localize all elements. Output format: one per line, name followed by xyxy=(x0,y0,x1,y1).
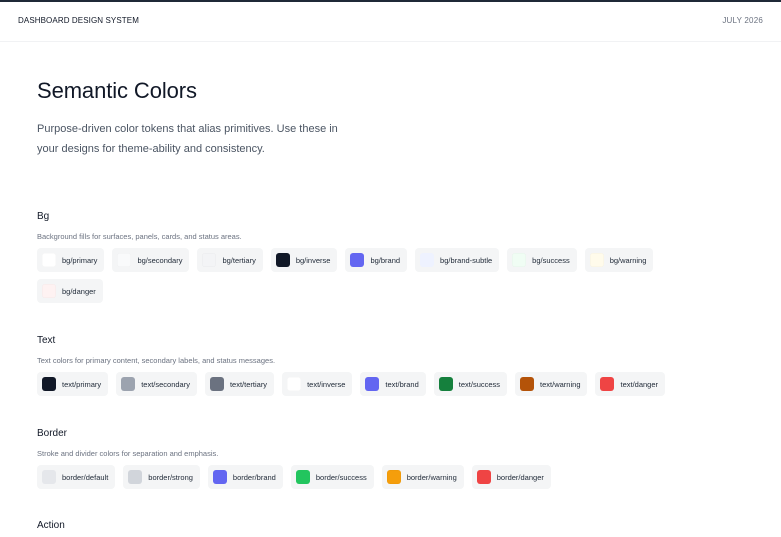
token-label: text/brand xyxy=(385,379,419,389)
token-label: bg/secondary xyxy=(137,255,183,265)
token-list: text/primary text/secondary text/tertiary t… xyxy=(37,372,697,396)
color-swatch xyxy=(42,377,56,391)
section-heading: Border xyxy=(37,428,68,439)
brand-name: DASHBOARD DESIGN SYSTEM xyxy=(18,16,139,25)
token-label: text/danger xyxy=(620,379,659,389)
token-chip[interactable]: bg/primary xyxy=(37,248,105,272)
color-swatch xyxy=(209,377,224,391)
token-chip[interactable]: bg/tertiary xyxy=(197,248,263,272)
color-swatch xyxy=(275,253,290,267)
token-chip[interactable]: border/brand xyxy=(207,465,283,489)
token-chip[interactable]: border/danger xyxy=(471,465,551,489)
color-swatch xyxy=(600,377,615,391)
color-swatch xyxy=(520,377,535,391)
token-label: text/inverse xyxy=(307,379,346,389)
color-swatch xyxy=(295,470,310,484)
section-border: Border Stroke and divider colors for sep… xyxy=(37,428,717,489)
page: DASHBOARD DESIGN SYSTEM JULY 2026 Semant… xyxy=(0,0,781,537)
token-label: bg/warning xyxy=(609,255,647,265)
token-label: bg/tertiary xyxy=(222,255,256,265)
token-label: bg/success xyxy=(532,255,570,265)
token-chip[interactable]: border/warning xyxy=(381,465,464,489)
color-swatch xyxy=(438,377,453,391)
token-label: border/danger xyxy=(496,472,544,482)
token-chip[interactable]: text/inverse xyxy=(282,372,353,396)
section-bg: Bg Background fills for surfaces, panels… xyxy=(37,211,717,303)
section-heading: Action xyxy=(37,520,65,531)
token-chip[interactable]: border/default xyxy=(37,465,116,489)
token-chip[interactable]: bg/inverse xyxy=(270,248,338,272)
color-swatch xyxy=(365,377,380,391)
token-chip[interactable]: bg/brand xyxy=(345,248,408,272)
token-label: text/warning xyxy=(540,379,581,389)
section-action: Action xyxy=(37,520,717,534)
color-swatch xyxy=(42,253,56,267)
section-description: Stroke and divider colors for separation… xyxy=(37,449,219,458)
color-swatch xyxy=(476,470,491,484)
color-swatch xyxy=(212,470,227,484)
token-chip[interactable]: bg/success xyxy=(507,248,577,272)
section-description: Text colors for primary content, seconda… xyxy=(37,356,276,365)
token-label: border/success xyxy=(315,472,367,482)
section-description: Background fills for surfaces, panels, c… xyxy=(37,232,242,241)
color-swatch xyxy=(117,253,132,267)
color-swatch xyxy=(202,253,217,267)
token-label: text/success xyxy=(458,379,501,389)
token-label: bg/danger xyxy=(62,286,96,296)
color-swatch xyxy=(42,470,56,484)
color-swatch xyxy=(121,377,136,391)
token-chip[interactable]: border/success xyxy=(290,465,374,489)
section-heading: Text xyxy=(37,335,56,346)
token-chip[interactable]: text/secondary xyxy=(116,372,197,396)
token-chip[interactable]: text/primary xyxy=(37,372,109,396)
token-chip[interactable]: text/success xyxy=(433,372,508,396)
top-bar: DASHBOARD DESIGN SYSTEM JULY 2026 xyxy=(0,2,781,42)
color-swatch xyxy=(128,470,143,484)
token-chip[interactable]: bg/secondary xyxy=(112,248,190,272)
date-label: JULY 2026 xyxy=(722,16,763,25)
color-swatch xyxy=(287,377,302,391)
token-chip[interactable]: text/warning xyxy=(515,372,588,396)
token-label: text/primary xyxy=(62,379,102,389)
section-heading: Bg xyxy=(37,211,50,222)
token-chip[interactable]: text/tertiary xyxy=(204,372,275,396)
color-swatch xyxy=(589,253,604,267)
token-label: bg/brand-subtle xyxy=(440,255,493,265)
token-label: bg/primary xyxy=(62,255,98,265)
token-chip[interactable]: text/brand xyxy=(360,372,426,396)
token-list: bg/primary bg/secondary bg/tertiary bg/inve… xyxy=(37,248,697,303)
token-chip[interactable]: bg/brand-subtle xyxy=(415,248,500,272)
color-swatch xyxy=(386,470,401,484)
token-label: bg/brand xyxy=(370,255,401,265)
page-title: Semantic Colors xyxy=(37,78,197,103)
color-swatch xyxy=(350,253,365,267)
token-label: border/brand xyxy=(232,472,276,482)
token-label: border/default xyxy=(62,472,109,482)
color-swatch xyxy=(42,284,56,298)
color-swatch xyxy=(512,253,527,267)
token-label: border/warning xyxy=(406,472,457,482)
token-label: text/tertiary xyxy=(229,379,268,389)
section-text: Text Text colors for primary content, se… xyxy=(37,335,717,396)
token-chip[interactable]: bg/warning xyxy=(584,248,654,272)
page-description: Purpose-driven color tokens that alias p… xyxy=(37,123,338,155)
token-label: bg/inverse xyxy=(295,255,331,265)
token-label: border/strong xyxy=(148,472,193,482)
token-chip[interactable]: bg/danger xyxy=(37,279,103,303)
token-label: text/secondary xyxy=(141,379,190,389)
color-swatch xyxy=(420,253,435,267)
token-list: border/default border/strong border/brand b… xyxy=(37,465,697,489)
token-chip[interactable]: border/strong xyxy=(123,465,200,489)
token-chip[interactable]: text/danger xyxy=(595,372,666,396)
